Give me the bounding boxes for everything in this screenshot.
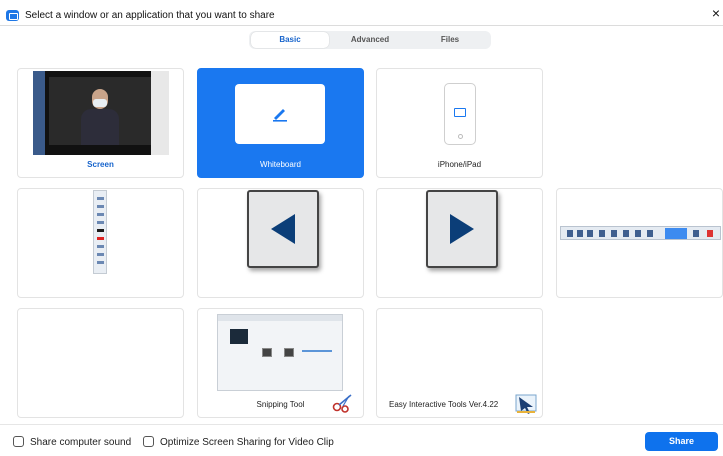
- divider: [0, 424, 723, 425]
- left-arrow-thumbnail: [247, 190, 319, 268]
- share-tile-right-arrow[interactable]: [376, 188, 543, 298]
- close-icon[interactable]: ×: [712, 6, 720, 20]
- tile-label: Screen: [87, 160, 114, 169]
- screen-thumbnail: [33, 71, 169, 155]
- share-sound-checkbox[interactable]: [13, 436, 24, 447]
- toolbar-thumbnail: [93, 190, 107, 274]
- iphone-icon: [444, 83, 476, 145]
- share-tile-iphone-ipad[interactable]: iPhone/iPad: [376, 68, 543, 178]
- optimize-video-label: Optimize Screen Sharing for Video Clip: [160, 437, 334, 448]
- optimize-video-checkbox[interactable]: [143, 436, 154, 447]
- share-tile-vertical-toolbar[interactable]: [17, 188, 184, 298]
- tab-bar: Basic Advanced Files: [249, 31, 491, 49]
- window-title: Select a window or an application that y…: [25, 10, 275, 21]
- zoom-app-icon: [6, 10, 19, 21]
- pen-icon: [273, 109, 287, 122]
- share-button[interactable]: Share: [645, 432, 718, 451]
- snipping-thumbnail: [217, 314, 343, 391]
- scissors-icon: [332, 394, 352, 413]
- right-arrow-icon: [450, 214, 474, 244]
- tab-advanced[interactable]: Advanced: [331, 32, 409, 48]
- share-tile-whiteboard[interactable]: Whiteboard: [197, 68, 364, 178]
- easy-interactive-icon: [515, 394, 537, 414]
- share-tile-horizontal-toolbar[interactable]: [556, 188, 723, 298]
- title-bar: Select a window or an application that y…: [0, 0, 723, 24]
- left-arrow-icon: [271, 214, 295, 244]
- share-tile-easy-interactive[interactable]: Easy Interactive Tools Ver.4.22: [376, 308, 543, 418]
- tile-label: iPhone/iPad: [437, 160, 482, 169]
- share-tile-left-arrow[interactable]: [197, 188, 364, 298]
- toolbar-thumbnail: [560, 226, 721, 240]
- tile-label: Whiteboard: [260, 160, 301, 169]
- share-sound-label: Share computer sound: [30, 437, 132, 448]
- right-arrow-thumbnail: [426, 190, 498, 268]
- divider: [0, 25, 723, 26]
- share-tile-screen[interactable]: Screen: [17, 68, 184, 178]
- share-tile-blank[interactable]: [17, 308, 184, 418]
- share-tile-snipping-tool[interactable]: Snipping Tool: [197, 308, 364, 418]
- tab-basic[interactable]: Basic: [251, 32, 329, 48]
- whiteboard-card: [235, 84, 325, 144]
- tab-files[interactable]: Files: [411, 32, 489, 48]
- airplay-icon: [454, 108, 466, 117]
